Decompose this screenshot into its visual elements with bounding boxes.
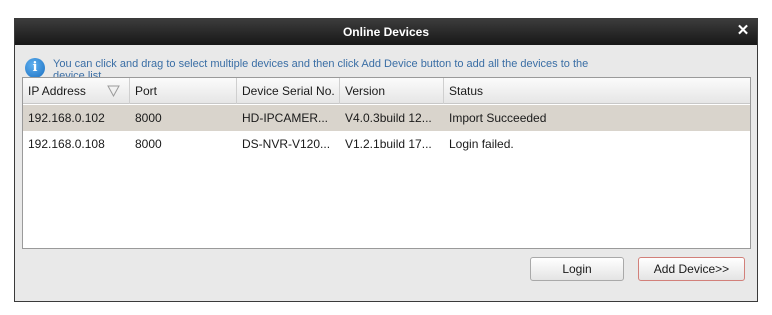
add-device-button[interactable]: Add Device>> bbox=[638, 257, 745, 281]
table-header: IP Address Port Device Serial No. Versio… bbox=[23, 78, 750, 104]
login-button[interactable]: Login bbox=[530, 257, 624, 281]
table-row[interactable]: 192.168.0.108 8000 DS-NVR-V120... V1.2.1… bbox=[23, 131, 750, 157]
column-header-version[interactable]: Version bbox=[340, 78, 444, 104]
online-devices-dialog: Online Devices ✕ i You can click and dra… bbox=[14, 18, 758, 302]
cell-serial: DS-NVR-V120... bbox=[242, 137, 331, 151]
cell-ip-address: 192.168.0.108 bbox=[28, 137, 105, 151]
title-bar[interactable]: Online Devices ✕ bbox=[15, 19, 757, 45]
column-header-status[interactable]: Status bbox=[444, 78, 750, 104]
cell-version: V1.2.1build 17... bbox=[345, 137, 432, 151]
cell-port: 8000 bbox=[135, 137, 162, 151]
device-table[interactable]: IP Address Port Device Serial No. Versio… bbox=[22, 77, 751, 249]
table-row[interactable]: 192.168.0.102 8000 HD-IPCAMER... V4.0.3b… bbox=[23, 105, 750, 131]
sort-descending-icon[interactable] bbox=[107, 85, 120, 97]
info-icon: i bbox=[25, 58, 45, 78]
dialog-title: Online Devices bbox=[342, 25, 430, 39]
cell-serial: HD-IPCAMER... bbox=[242, 111, 329, 125]
column-header-label: IP Address bbox=[28, 84, 86, 98]
column-header-serial[interactable]: Device Serial No. bbox=[237, 78, 340, 104]
close-icon[interactable]: ✕ bbox=[735, 23, 751, 39]
cell-ip-address: 192.168.0.102 bbox=[28, 111, 105, 125]
cell-status: Login failed. bbox=[449, 137, 514, 151]
cell-version: V4.0.3build 12... bbox=[345, 111, 432, 125]
column-header-ip-address[interactable]: IP Address bbox=[23, 78, 130, 104]
column-header-port[interactable]: Port bbox=[130, 78, 237, 104]
cell-status: Import Succeeded bbox=[449, 111, 547, 125]
cell-port: 8000 bbox=[135, 111, 162, 125]
